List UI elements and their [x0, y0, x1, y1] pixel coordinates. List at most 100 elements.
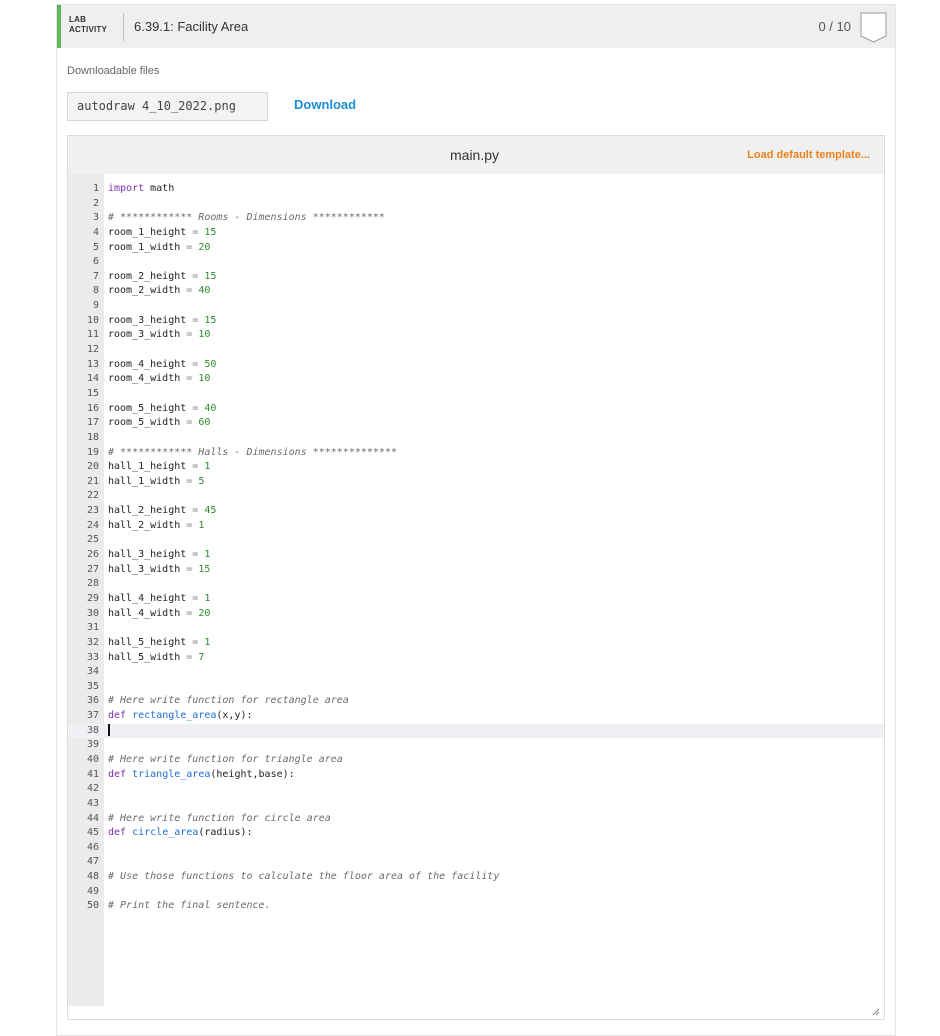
code-text[interactable]: # Here write function for circle area [108, 812, 331, 827]
code-line[interactable]: 35 [68, 680, 884, 695]
code-text[interactable]: hall_1_width = 5 [108, 475, 204, 490]
code-text[interactable]: room_3_width = 10 [108, 328, 210, 343]
text-cursor [108, 723, 110, 736]
code-line[interactable]: 28 [68, 577, 884, 592]
code-text[interactable]: def rectangle_area(x,y): [108, 709, 253, 724]
code-line[interactable]: 44 # Here write function for circle area [68, 812, 884, 827]
code-line[interactable]: 18 [68, 431, 884, 446]
code-line[interactable]: 6 [68, 255, 884, 270]
code-text[interactable]: # Print the final sentence. [108, 899, 271, 914]
code-line[interactable]: 5 room_1_width = 20 [68, 241, 884, 256]
code-text[interactable]: room_3_height = 15 [108, 314, 216, 329]
code-line[interactable]: 12 [68, 343, 884, 358]
code-line[interactable]: 1 import math [68, 182, 884, 197]
code-line[interactable]: 29 hall_4_height = 1 [68, 592, 884, 607]
code-line[interactable]: 3 # ************ Rooms - Dimensions *****… [68, 211, 884, 226]
code-line[interactable]: 2 [68, 197, 884, 212]
line-number: 4 [92, 226, 99, 238]
code-text[interactable]: room_5_width = 60 [108, 416, 210, 431]
code-text[interactable] [108, 723, 110, 739]
code-line[interactable]: 21 hall_1_width = 5 [68, 475, 884, 490]
code-text[interactable]: # Use those functions to calculate the f… [108, 870, 499, 885]
code-text[interactable]: def triangle_area(height,base): [108, 768, 295, 783]
code-line[interactable]: 13 room_4_height = 50 [68, 358, 884, 373]
code-line[interactable]: 25 [68, 533, 884, 548]
code-line[interactable]: 16 room_5_height = 40 [68, 402, 884, 417]
code-text[interactable]: hall_2_width = 1 [108, 519, 204, 534]
resize-handle-icon[interactable] [872, 1008, 880, 1016]
code-input-area[interactable]: 1 import math 2 3 # ************ Rooms - Dim… [68, 174, 884, 1006]
code-text[interactable]: room_2_width = 40 [108, 284, 210, 299]
code-text[interactable]: hall_3_height = 1 [108, 548, 210, 563]
download-link[interactable]: Download [294, 97, 356, 112]
code-line[interactable]: 46 [68, 841, 884, 856]
code-line[interactable]: 22 [68, 489, 884, 504]
line-number: 31 [86, 622, 99, 634]
code-line[interactable]: 36 # Here write function for rectangle ar… [68, 694, 884, 709]
line-number: 45 [86, 827, 99, 839]
code-line[interactable]: 10 room_3_height = 15 [68, 314, 884, 329]
load-default-template-button[interactable]: Load default template... [747, 149, 870, 161]
line-number: 36 [86, 695, 99, 707]
code-line[interactable]: 34 [68, 665, 884, 680]
code-text[interactable]: room_5_height = 40 [108, 402, 216, 417]
code-line[interactable]: 39 [68, 738, 884, 753]
line-number: 3 [92, 212, 99, 224]
code-text[interactable]: hall_4_height = 1 [108, 592, 210, 607]
activity-title: 6.39.1: Facility Area [134, 19, 249, 34]
code-line[interactable]: 33 hall_5_width = 7 [68, 651, 884, 666]
code-text[interactable]: import math [108, 182, 174, 197]
code-line[interactable]: 31 [68, 621, 884, 636]
line-number: 38 [86, 724, 99, 736]
code-line[interactable]: 37 def rectangle_area(x,y): [68, 709, 884, 724]
code-line[interactable]: 26 hall_3_height = 1 [68, 548, 884, 563]
code-text[interactable]: hall_4_width = 20 [108, 607, 210, 622]
code-text[interactable]: # ************ Rooms - Dimensions ******… [108, 211, 385, 226]
lab-activity-card: LAB ACTIVITY 6.39.1: Facility Area 0 / 1… [56, 4, 896, 1036]
code-text[interactable]: room_2_height = 15 [108, 270, 216, 285]
code-line[interactable]: 7 room_2_height = 15 [68, 270, 884, 285]
code-text[interactable]: room_1_height = 15 [108, 226, 216, 241]
code-line[interactable]: 8 room_2_width = 40 [68, 284, 884, 299]
code-line[interactable]: 43 [68, 797, 884, 812]
code-line[interactable]: 9 [68, 299, 884, 314]
code-line[interactable]: 20 hall_1_height = 1 [68, 460, 884, 475]
code-text[interactable]: hall_3_width = 15 [108, 563, 210, 578]
line-number: 29 [86, 592, 99, 604]
code-line[interactable]: 14 room_4_width = 10 [68, 372, 884, 387]
code-line[interactable]: 17 room_5_width = 60 [68, 416, 884, 431]
code-line[interactable]: 11 room_3_width = 10 [68, 328, 884, 343]
line-number: 1 [92, 183, 99, 194]
code-line[interactable]: 30 hall_4_width = 20 [68, 607, 884, 622]
code-line[interactable]: 49 [68, 885, 884, 900]
code-line[interactable]: 19 # ************ Halls - Dimensions ****… [68, 446, 884, 461]
code-line[interactable]: 27 hall_3_width = 15 [68, 563, 884, 578]
code-line[interactable]: 50 # Print the final sentence. [68, 899, 884, 914]
code-text[interactable]: # Here write function for triangle area [108, 753, 343, 768]
code-line[interactable]: 24 hall_2_width = 1 [68, 519, 884, 534]
line-number: 28 [86, 578, 99, 590]
code-text[interactable]: room_1_width = 20 [108, 241, 210, 256]
code-line[interactable]: 15 [68, 387, 884, 402]
code-line[interactable]: 4 room_1_height = 15 [68, 226, 884, 241]
code-line[interactable]: 41 def triangle_area(height,base): [68, 768, 884, 783]
code-line[interactable]: 48 # Use those functions to calculate the… [68, 870, 884, 885]
code-line[interactable]: 45 def circle_area(radius): [68, 826, 884, 841]
code-line[interactable]: 23 hall_2_height = 45 [68, 504, 884, 519]
code-text[interactable]: # Here write function for rectangle area [108, 694, 349, 709]
code-text[interactable]: hall_2_height = 45 [108, 504, 216, 519]
code-editor: main.py Load default template... 1 import… [67, 135, 885, 1020]
code-text[interactable]: room_4_width = 10 [108, 372, 210, 387]
code-text[interactable]: hall_5_height = 1 [108, 636, 210, 651]
code-text[interactable]: room_4_height = 50 [108, 358, 216, 373]
code-line[interactable]: 32 hall_5_height = 1 [68, 636, 884, 651]
code-text[interactable]: def circle_area(radius): [108, 826, 253, 841]
code-text[interactable]: hall_5_width = 7 [108, 651, 204, 666]
code-text[interactable]: hall_1_height = 1 [108, 460, 210, 475]
code-line[interactable]: 42 [68, 782, 884, 797]
lab-activity-label: LAB ACTIVITY [69, 15, 107, 35]
code-text[interactable]: # ************ Halls - Dimensions ******… [108, 446, 397, 461]
code-line[interactable]: 40 # Here write function for triangle are… [68, 753, 884, 768]
code-line[interactable]: 47 [68, 855, 884, 870]
code-line[interactable]: 38 [68, 723, 884, 739]
